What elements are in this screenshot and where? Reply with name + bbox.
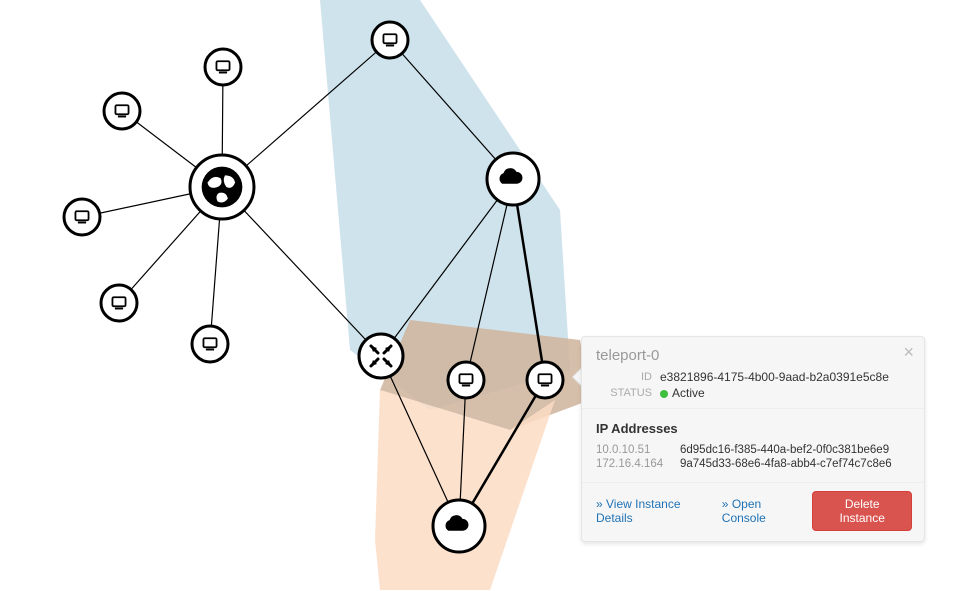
instance-name: teleport-0 xyxy=(596,347,910,364)
status-value: Active xyxy=(660,386,705,400)
node-desktop[interactable] xyxy=(448,362,484,398)
node-desktop[interactable] xyxy=(205,49,241,85)
view-instance-details-link[interactable]: View Instance Details xyxy=(596,497,712,525)
id-value: e3821896-4175-4b00-9aad-b2a0391e5c8e xyxy=(660,370,889,384)
id-label: ID xyxy=(596,371,652,383)
ip-row: 172.16.4.1649a745d33-68e6-4fa8-abb4-c7ef… xyxy=(596,458,910,470)
node-cloud[interactable] xyxy=(487,153,539,205)
node-desktop[interactable] xyxy=(101,285,137,321)
open-console-link[interactable]: Open Console xyxy=(722,497,803,525)
node-desktop[interactable] xyxy=(372,22,408,58)
region-peach xyxy=(375,390,555,590)
status-label: STATUS xyxy=(596,387,652,399)
close-icon[interactable]: × xyxy=(903,343,914,361)
status-active-icon xyxy=(660,390,668,398)
node-desktop[interactable] xyxy=(192,326,228,362)
node-desktop[interactable] xyxy=(104,93,140,129)
node-expand[interactable] xyxy=(359,334,403,378)
ip-addresses-heading: IP Addresses xyxy=(596,421,910,436)
ip-port-id: 6d95dc16-f385-440a-bef2-0f0c381be6e9 xyxy=(680,444,889,456)
node-desktop-selected[interactable] xyxy=(527,362,563,398)
ip-address: 10.0.10.51 xyxy=(596,444,680,456)
node-globe[interactable] xyxy=(190,155,254,219)
delete-instance-button[interactable]: Delete Instance xyxy=(812,491,912,531)
ip-row: 10.0.10.516d95dc16-f385-440a-bef2-0f0c38… xyxy=(596,444,910,456)
ip-port-id: 9a745d33-68e6-4fa8-abb4-c7ef74c7c8e6 xyxy=(680,458,892,470)
globe-icon xyxy=(202,167,243,208)
instance-details-panel: × teleport-0 ID e3821896-4175-4b00-9aad-… xyxy=(581,336,925,542)
node-cloud[interactable] xyxy=(433,500,485,552)
node-desktop[interactable] xyxy=(64,199,100,235)
ip-address: 172.16.4.164 xyxy=(596,458,680,470)
